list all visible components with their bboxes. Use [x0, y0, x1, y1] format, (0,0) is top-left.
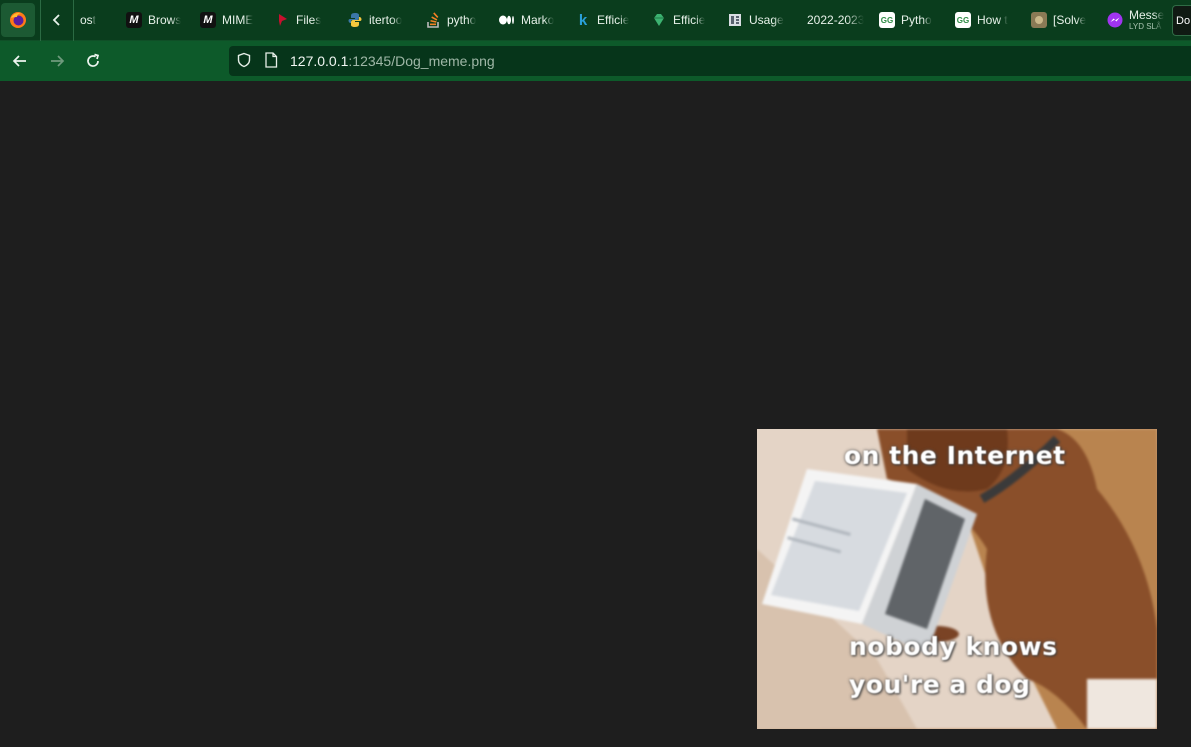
tab-label: [Solve — [1053, 13, 1087, 27]
tab-label: ost — [80, 13, 97, 27]
tab-5[interactable]: pytho — [419, 0, 493, 41]
tab-label: Efficie — [673, 13, 706, 27]
tab-label: Marko — [521, 13, 555, 27]
tab-label: Messe LYD SLÅ — [1129, 9, 1164, 31]
tab-label: Efficie — [597, 13, 630, 27]
tab-label: Brows — [148, 13, 182, 27]
tab-title: Messe — [1129, 9, 1165, 22]
tab-active-partial[interactable]: Do — [1172, 5, 1191, 36]
tab-strip: ost M Brows M MIME Files itertoo pytho M… — [0, 0, 1191, 41]
firefox-icon — [10, 12, 26, 28]
tab-8[interactable]: Efficie — [645, 0, 721, 41]
mdn-icon: M — [200, 12, 216, 28]
url-path: :12345/Dog_meme.png — [348, 53, 495, 69]
tab-1[interactable]: M Brows — [118, 0, 194, 41]
image-icon — [1031, 12, 1047, 28]
tab-7[interactable]: k Efficie — [569, 0, 645, 41]
tab-11[interactable]: GG Pytho — [873, 0, 949, 41]
tab-9[interactable]: Usage — [721, 0, 797, 41]
tab-scroll-left-button[interactable] — [40, 0, 74, 41]
address-bar[interactable]: 127.0.0.1:12345/Dog_meme.png — [229, 46, 1191, 76]
k-icon: k — [578, 11, 588, 29]
chevron-left-icon — [52, 14, 60, 26]
meme-top-text: on the Internet — [844, 441, 1066, 470]
url-host: 127.0.0.1 — [290, 53, 349, 69]
tab-label: MIME — [222, 13, 254, 27]
mdn-icon: M — [126, 12, 142, 28]
gfg-icon: GG — [879, 12, 895, 28]
tab-label: itertoo — [369, 13, 403, 27]
messenger-icon — [1107, 12, 1123, 28]
tab-13[interactable]: [Solve — [1025, 0, 1101, 41]
tab-label: pytho — [447, 13, 477, 27]
reload-button[interactable] — [78, 46, 108, 76]
tab-14[interactable]: Messe LYD SLÅ — [1101, 0, 1171, 41]
python-icon — [347, 12, 363, 28]
meme-bottom-line2: you're a dog — [849, 670, 1031, 699]
arrow-right-icon — [51, 55, 65, 67]
doc-icon — [727, 12, 743, 28]
forward-button[interactable] — [42, 46, 72, 76]
tab-0[interactable]: ost — [74, 0, 118, 41]
gfg-icon: GG — [955, 12, 971, 28]
tab-label: Pytho — [901, 13, 932, 27]
tab-label: Do — [1176, 14, 1191, 27]
tab-label: How t — [977, 13, 1008, 27]
tab-subtitle: LYD SLÅ — [1129, 22, 1162, 31]
gem-icon — [651, 12, 667, 28]
medium-icon — [499, 12, 515, 28]
tab-4[interactable]: itertoo — [341, 0, 419, 41]
meme-bottom-line1: nobody knows — [849, 632, 1058, 661]
tab-label: 2022-2023 — [807, 13, 865, 27]
image-viewport: on the Internet nobody knows you're a do… — [0, 81, 1191, 747]
tab-12[interactable]: GG How t — [949, 0, 1025, 41]
tab-10[interactable]: 2022-2023 — [797, 0, 873, 41]
firefox-view-button[interactable] — [1, 3, 35, 37]
pin-icon — [274, 12, 290, 28]
tab-3[interactable]: Files — [268, 0, 341, 41]
arrow-left-icon — [12, 55, 26, 67]
tab-label: Usage — [749, 13, 784, 27]
url-text[interactable]: 127.0.0.1:12345/Dog_meme.png — [290, 53, 495, 69]
navigation-bar: 127.0.0.1:12345/Dog_meme.png — [0, 41, 1191, 81]
dog-meme-image[interactable]: on the Internet nobody knows you're a do… — [757, 429, 1157, 729]
tab-6[interactable]: Marko — [493, 0, 569, 41]
tab-2[interactable]: M MIME — [194, 0, 268, 41]
shield-icon[interactable] — [236, 52, 252, 71]
back-button[interactable] — [5, 46, 35, 76]
reload-icon — [87, 53, 100, 67]
page-icon[interactable] — [264, 51, 278, 71]
tab-label: Files — [296, 13, 322, 27]
stackoverflow-icon — [425, 12, 441, 28]
